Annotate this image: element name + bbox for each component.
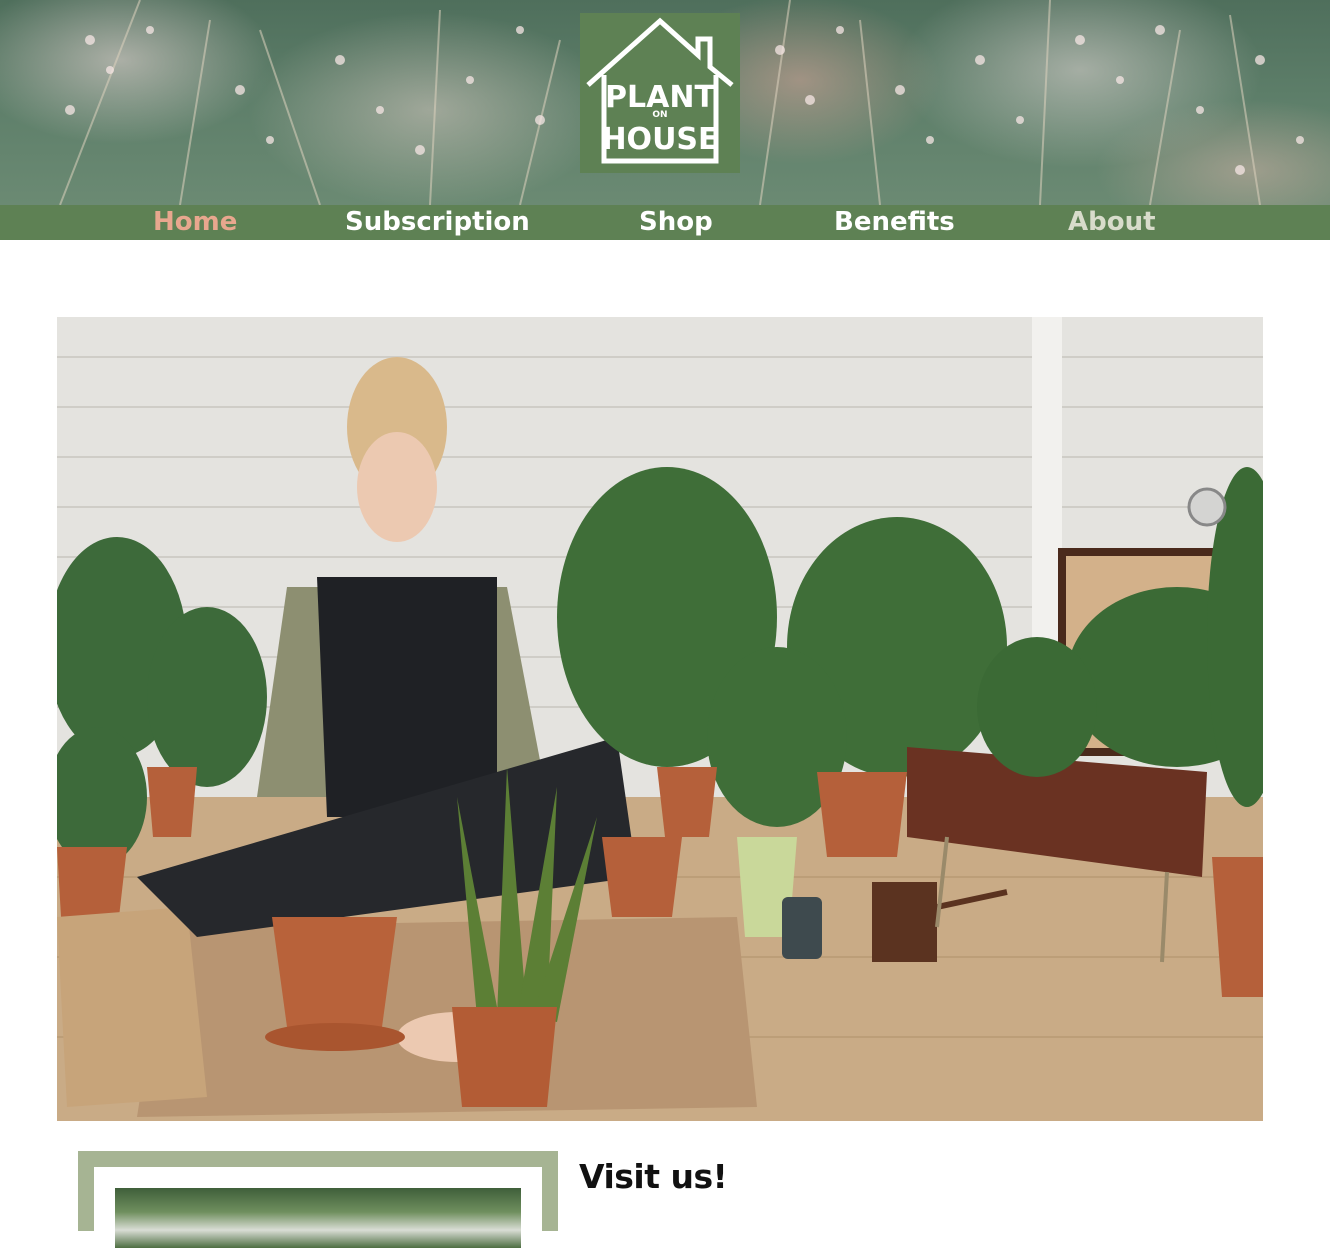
plant-house-logo[interactable]: PLANT ON HOUSE xyxy=(580,13,740,173)
visit-us-heading: Visit us! xyxy=(579,1157,728,1196)
hero-image xyxy=(57,317,1263,1121)
hero-photo xyxy=(57,317,1263,1121)
nav-home-link[interactable]: Home xyxy=(153,205,237,240)
logo-word-house: HOUSE xyxy=(601,122,718,157)
nav-shop-link[interactable]: Shop xyxy=(639,205,713,240)
store-photo xyxy=(115,1188,521,1248)
main-navigation: Home Subscription Shop Benefits About xyxy=(0,205,1330,240)
house-logo-icon: PLANT ON HOUSE xyxy=(586,17,734,164)
logo-word-on: ON xyxy=(652,110,667,120)
nav-about-link[interactable]: About xyxy=(1068,205,1156,240)
nav-subscription-link[interactable]: Subscription xyxy=(345,205,530,240)
visit-card-inner xyxy=(94,1167,542,1248)
visit-card-frame xyxy=(78,1151,558,1248)
nav-benefits-link[interactable]: Benefits xyxy=(834,205,955,240)
